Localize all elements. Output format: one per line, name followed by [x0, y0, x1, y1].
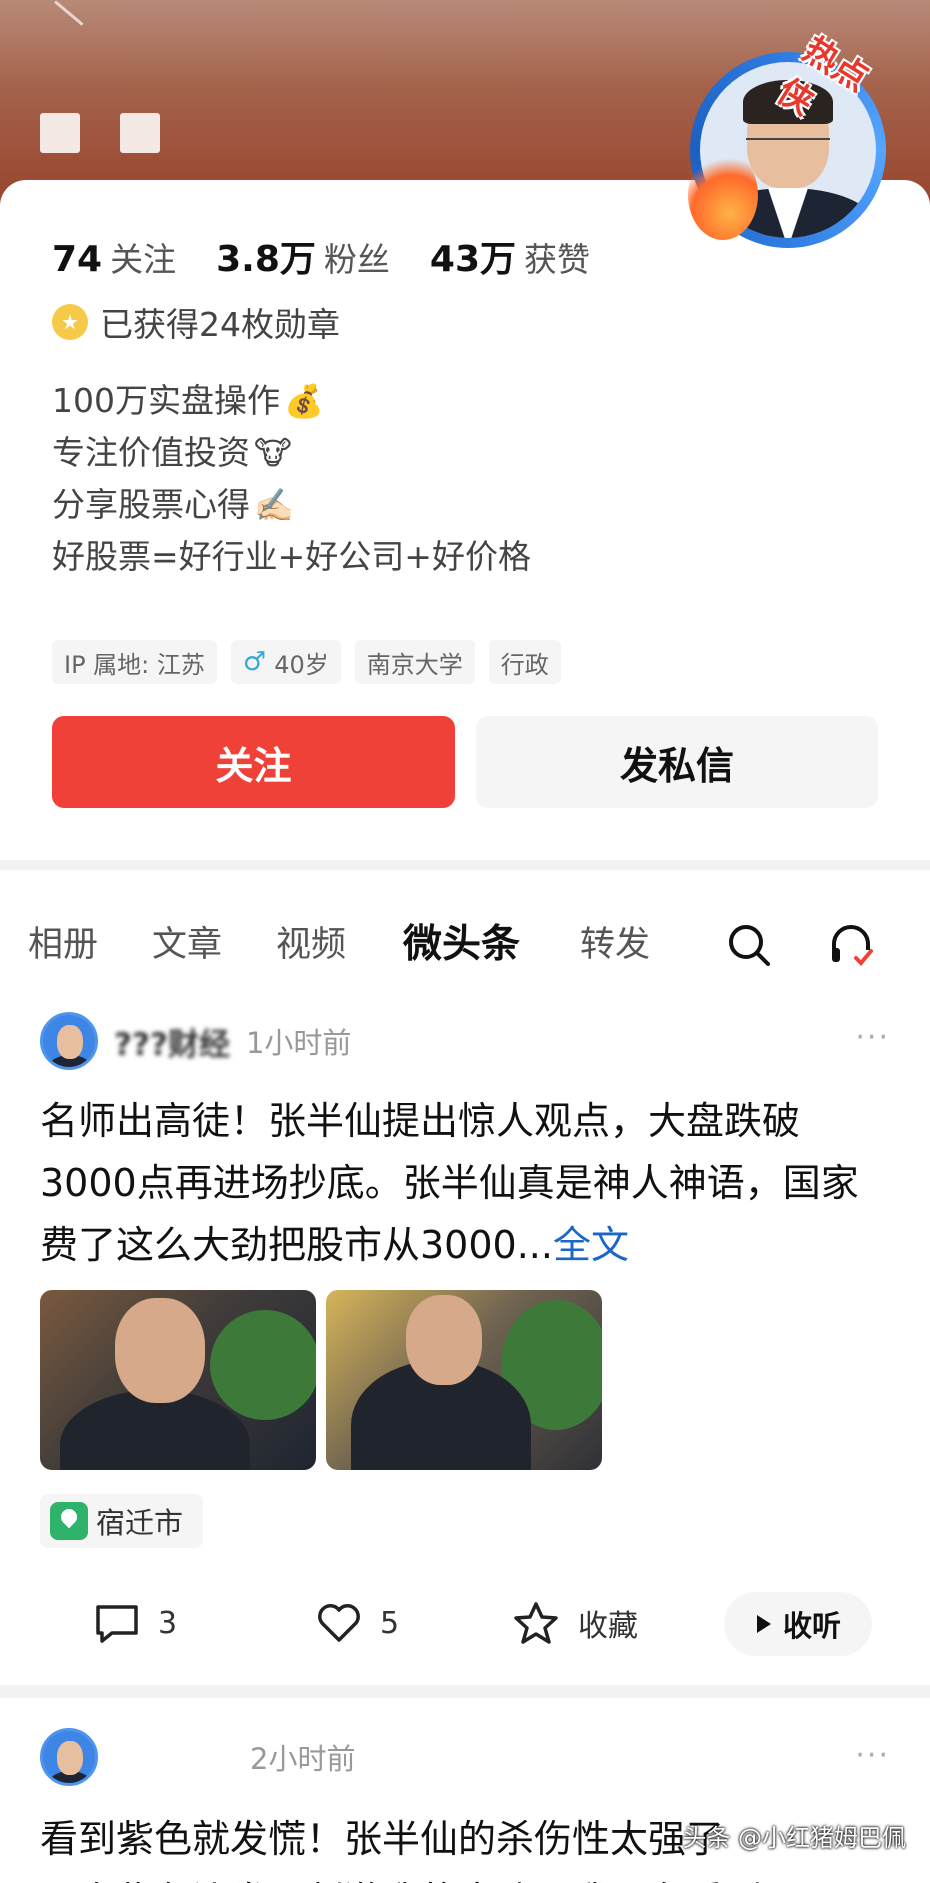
likes-count[interactable]: 43万 获赞	[430, 230, 590, 282]
play-icon	[756, 1615, 771, 1633]
stat-label: 获赞	[524, 240, 590, 279]
content-tabs: 相册 文章 视频 微头条 转发	[0, 910, 930, 980]
tag-text: 南京大学	[366, 650, 463, 679]
avatar-glasses	[746, 138, 830, 140]
tag-text: IP 属地: 江苏	[64, 650, 205, 679]
bio-text: 100万实盘操作	[52, 381, 280, 420]
medal-icon	[52, 304, 88, 340]
post-body: 名师出高徒！张半仙提出惊人观点，大盘跌破3000点再进场抄底。张半仙真是神人神语…	[40, 1099, 859, 1267]
post-header: ???财经 1小时前	[40, 1012, 351, 1070]
gender-icon: ♂	[242, 647, 267, 677]
tab-videos[interactable]: 视频	[276, 910, 346, 980]
follow-button[interactable]: 关注	[52, 716, 455, 808]
profile-stats: 74 关注 3.8万 粉丝 43万 获赞	[52, 230, 590, 282]
favorite-button[interactable]: 收藏	[512, 1588, 638, 1658]
tab-articles[interactable]: 文章	[152, 910, 222, 980]
stat-number: 43万	[429, 239, 516, 280]
profile-card: 74 关注 3.8万 粉丝 43万 获赞 已获得24枚勋章 100万实盘操作💰 …	[0, 180, 930, 860]
location-tag[interactable]: 宿迁市	[40, 1494, 204, 1548]
post-image[interactable]	[326, 1290, 602, 1470]
followers-count[interactable]: 3.8万 粉丝	[216, 230, 390, 282]
avatar-face	[57, 1741, 83, 1775]
watermark: 头条 @小红猪姆巴佩	[682, 1824, 906, 1852]
profile-tags: IP 属地: 江苏 ♂ 40岁 南京大学 行政	[52, 640, 561, 684]
message-button[interactable]: 发私信	[476, 716, 878, 808]
post-actions: 3 5 收藏 收听	[0, 1588, 930, 1658]
author-name[interactable]: ???财经	[114, 1019, 230, 1064]
stat-label: 粉丝	[323, 240, 390, 279]
author-avatar[interactable]	[40, 1728, 98, 1786]
favorite-label: 收藏	[578, 1609, 638, 1644]
bio-emoji: 💰	[284, 382, 324, 420]
tag-text: 40岁	[274, 650, 329, 679]
post-text[interactable]: 名师出高徒！张半仙提出惊人观点，大盘跌破3000点再进场抄底。张半仙真是神人神语…	[40, 1090, 890, 1276]
following-count[interactable]: 74 关注	[52, 233, 176, 281]
tag-age: ♂ 40岁	[230, 640, 341, 684]
feed-section: 相册 文章 视频 微头条 转发 ???财经 1小时前 ··· 名师出高徒！张半仙…	[0, 870, 930, 1685]
location-text: 宿迁市	[96, 1506, 184, 1540]
stat-number: 74	[52, 239, 103, 280]
image-detail	[115, 1298, 205, 1403]
bio-emoji: 🐮	[254, 434, 292, 472]
bio-line: 专注价值投资 🐮	[52, 427, 531, 479]
image-detail	[210, 1310, 316, 1420]
bio-line: 100万实盘操作 💰	[52, 375, 531, 427]
tab-micro-posts[interactable]: 微头条	[403, 910, 520, 980]
banner-decoration	[120, 113, 160, 153]
profile-avatar[interactable]: 热点侠	[688, 30, 888, 250]
bio-text: 好股票=好行业+好公司+好价格	[52, 537, 531, 576]
like-count: 5	[380, 1605, 400, 1641]
stat-label: 关注	[110, 240, 177, 279]
post-header: 2小时前	[40, 1728, 355, 1786]
tag-job: 行政	[488, 640, 561, 684]
tag-school: 南京大学	[354, 640, 475, 684]
feed-post-2: 2小时前 ··· 看到紫色就发慌！张半仙的杀伤性太强了 一次紫色边发，刺激我的大…	[0, 1698, 930, 1883]
comment-button[interactable]: 3	[94, 1588, 177, 1658]
profile-bio: 100万实盘操作 💰 专注价值投资 🐮 分享股票心得 ✍🏻 好股票=好行业+好公司+好…	[52, 375, 531, 583]
tag-ip-location: IP 属地: 江苏	[52, 640, 217, 684]
listen-button[interactable]: 收听	[724, 1592, 872, 1656]
heart-icon	[318, 1604, 360, 1642]
headphone-icon[interactable]	[826, 920, 876, 970]
bio-text: 专注价值投资	[52, 433, 250, 472]
stat-number: 3.8万	[216, 239, 316, 280]
post-text-line-2[interactable]: 一次紫色边发，刺激我的大脑，我现在看到	[40, 1870, 762, 1883]
like-button[interactable]: 5	[316, 1588, 399, 1658]
medal-text: 已获得24枚勋章	[100, 305, 340, 344]
avatar-face	[57, 1025, 83, 1059]
bio-emoji: ✍🏻	[254, 486, 294, 524]
full-text-link[interactable]: 全文	[553, 1223, 629, 1267]
post-time: 2小时前	[250, 1742, 356, 1776]
tag-text: 行政	[500, 650, 549, 679]
more-icon[interactable]: ···	[855, 1020, 890, 1055]
author-avatar[interactable]	[40, 1012, 98, 1070]
more-icon[interactable]: ···	[855, 1738, 890, 1773]
listen-label: 收听	[782, 1609, 841, 1643]
medal-row[interactable]: 已获得24枚勋章	[52, 298, 340, 346]
tab-reposts[interactable]: 转发	[580, 910, 650, 980]
star-icon	[514, 1602, 558, 1644]
post-image[interactable]	[40, 1290, 316, 1470]
flame-decoration	[688, 150, 758, 240]
bio-line: 分享股票心得 ✍🏻	[52, 479, 531, 531]
banner-decoration	[40, 113, 80, 153]
post-time: 1小时前	[245, 1026, 352, 1060]
bio-line: 好股票=好行业+好公司+好价格	[52, 531, 531, 583]
location-icon	[50, 1502, 88, 1540]
search-icon[interactable]	[724, 920, 774, 970]
tab-album[interactable]: 相册	[28, 910, 98, 980]
image-detail	[406, 1295, 482, 1385]
author-name-blurred[interactable]	[114, 1742, 234, 1772]
comment-count: 3	[158, 1605, 178, 1641]
banner-decoration	[54, 0, 84, 26]
bio-text: 分享股票心得	[52, 485, 250, 524]
comment-icon	[96, 1605, 138, 1643]
